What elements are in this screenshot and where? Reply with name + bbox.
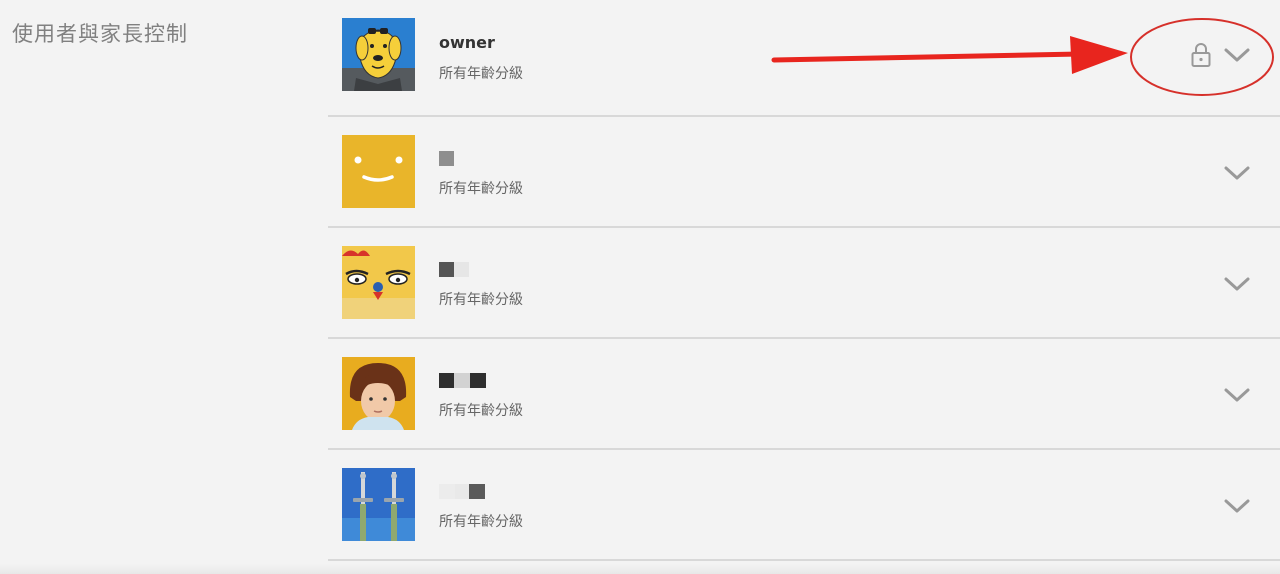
maturity-rating: 所有年齡分級 <box>439 514 523 530</box>
profile-name: owner <box>439 33 495 52</box>
redacted-name <box>439 151 454 166</box>
bottom-edge <box>0 564 1280 574</box>
maturity-rating: 所有年齡分級 <box>439 66 523 82</box>
profile-settings-page: 使用者與家長控制 owner 所有年齡分級 所有年齡分級 所有年齡分級 所有年齡… <box>0 0 1280 574</box>
swords-avatar-icon <box>342 468 415 541</box>
chevron-down-icon[interactable] <box>1222 491 1252 521</box>
chevron-down-icon[interactable] <box>1222 158 1252 188</box>
profile-row[interactable]: 所有年齡分級 <box>328 339 1280 450</box>
redacted-name <box>439 484 485 499</box>
yellow-chicken-avatar-icon <box>342 246 415 319</box>
maturity-rating: 所有年齡分級 <box>439 403 523 419</box>
profile-row-owner[interactable]: owner 所有年齡分級 <box>328 0 1280 117</box>
profile-list: owner 所有年齡分級 所有年齡分級 所有年齡分級 所有年齡分級 所有年齡分級 <box>328 0 1280 561</box>
chevron-down-icon[interactable] <box>1222 380 1252 410</box>
chevron-down-icon[interactable] <box>1222 269 1252 299</box>
lock-icon <box>1190 42 1212 68</box>
profile-row[interactable]: 所有年齡分級 <box>328 117 1280 228</box>
yellow-dog-avatar-icon <box>342 18 415 91</box>
maturity-rating: 所有年齡分級 <box>439 292 523 308</box>
redacted-name <box>439 262 469 277</box>
chevron-down-icon[interactable] <box>1222 40 1252 70</box>
maturity-rating: 所有年齡分級 <box>439 181 523 197</box>
profile-row[interactable]: 所有年齡分級 <box>328 228 1280 339</box>
section-title: 使用者與家長控制 <box>12 22 188 46</box>
profile-row[interactable]: 所有年齡分級 <box>328 450 1280 561</box>
redacted-name <box>439 373 486 388</box>
yellow-smiley-avatar-icon <box>342 135 415 208</box>
boy-portrait-avatar-icon <box>342 357 415 430</box>
